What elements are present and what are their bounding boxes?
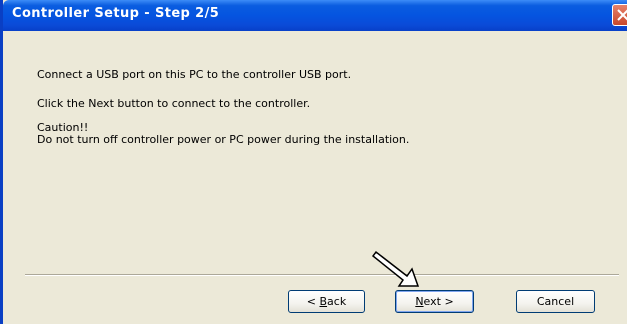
- back-button-rest: ack: [327, 295, 347, 308]
- window-title: Controller Setup - Step 2/5: [12, 6, 220, 21]
- back-button-accel: B: [319, 295, 328, 308]
- instruction-usb: Connect a USB port on this PC to the con…: [37, 68, 352, 81]
- close-button[interactable]: [612, 4, 627, 26]
- pointer-arrow-icon: [371, 250, 420, 287]
- dialog-content: Connect a USB port on this PC to the con…: [3, 31, 627, 324]
- next-button-accel: N: [415, 295, 424, 308]
- back-button-prefix: <: [306, 295, 320, 308]
- back-button[interactable]: < Back: [288, 290, 365, 313]
- title-bar[interactable]: Controller Setup - Step 2/5: [3, 0, 627, 31]
- cancel-button[interactable]: Cancel: [516, 290, 595, 313]
- next-button-rest: ext >: [423, 295, 454, 308]
- close-icon: [617, 9, 627, 21]
- cancel-button-label: Cancel: [536, 295, 575, 308]
- setup-dialog: Controller Setup - Step 2/5 Connect a US…: [0, 0, 627, 324]
- instruction-next: Click the Next button to connect to the …: [37, 97, 311, 110]
- caution-text: Do not turn off controller power or PC p…: [37, 133, 410, 146]
- separator: [25, 274, 619, 276]
- next-button[interactable]: Next >: [395, 290, 474, 313]
